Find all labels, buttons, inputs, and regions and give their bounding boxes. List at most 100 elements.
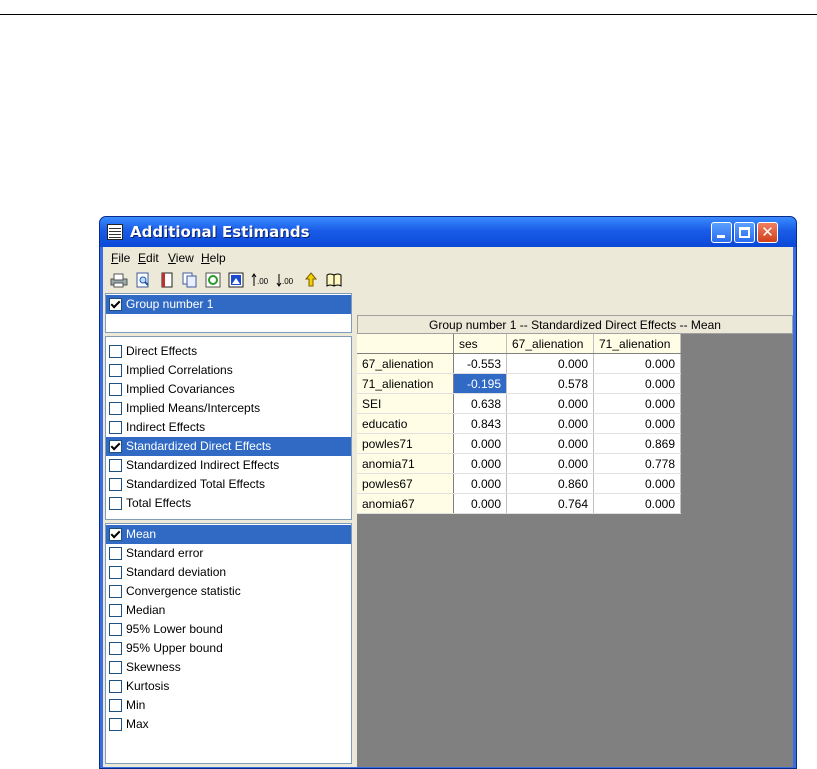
table-cell[interactable]: 0.000 [453, 493, 507, 514]
table-cell[interactable]: 0.843 [453, 413, 507, 434]
estimand-item[interactable]: Implied Means/Intercepts [106, 399, 351, 418]
checkbox[interactable] [109, 298, 122, 311]
menu-file[interactable]: File [111, 251, 130, 265]
checkbox[interactable] [109, 699, 122, 712]
table-cell[interactable]: 0.000 [593, 413, 681, 434]
menu-help[interactable]: Help [201, 251, 226, 265]
checkbox[interactable] [109, 547, 122, 560]
checkbox[interactable] [109, 459, 122, 472]
checkbox[interactable] [109, 528, 122, 541]
checkbox[interactable] [109, 718, 122, 731]
minimize-button[interactable] [711, 222, 732, 243]
statistic-label: Skewness [126, 660, 181, 674]
menu-view[interactable]: View [168, 251, 194, 265]
statistic-item-selected[interactable]: Mean [106, 525, 351, 544]
column-header[interactable]: ses [453, 334, 507, 354]
view-spreadsheet-icon[interactable] [228, 272, 244, 288]
help-book-icon[interactable] [325, 272, 343, 288]
estimand-item[interactable]: Standardized Total Effects [106, 475, 351, 494]
statistic-item[interactable]: Convergence statistic [106, 582, 351, 601]
checkbox[interactable] [109, 364, 122, 377]
statistic-item[interactable]: Standard error [106, 544, 351, 563]
refresh-icon[interactable] [205, 272, 221, 288]
table-cell[interactable]: 0.000 [506, 353, 594, 374]
copy-icon[interactable] [182, 272, 198, 288]
statistic-item[interactable]: Standard deviation [106, 563, 351, 582]
table-cell[interactable]: 0.000 [506, 413, 594, 434]
table-cell[interactable]: -0.553 [453, 353, 507, 374]
group-item[interactable]: Group number 1 [106, 295, 351, 314]
title-bar[interactable]: Additional Estimands ✕ [100, 217, 796, 247]
estimand-item[interactable]: Indirect Effects [106, 418, 351, 437]
checkbox[interactable] [109, 345, 122, 358]
maximize-button[interactable] [734, 222, 755, 243]
statistic-item[interactable]: Skewness [106, 658, 351, 677]
group-list[interactable]: Group number 1 [105, 293, 352, 333]
checkbox[interactable] [109, 566, 122, 579]
table-cell[interactable]: 0.000 [506, 393, 594, 414]
estimand-item[interactable]: Total Effects [106, 494, 351, 513]
checkbox[interactable] [109, 402, 122, 415]
table-cell[interactable]: 0.000 [593, 493, 681, 514]
column-header[interactable]: 71_alienation [593, 334, 681, 354]
estimand-item[interactable]: Implied Covariances [106, 380, 351, 399]
statistic-item[interactable]: Kurtosis [106, 677, 351, 696]
sort-icon[interactable] [303, 272, 319, 288]
table-cell[interactable]: 0.000 [453, 453, 507, 474]
statistic-item[interactable]: 95% Upper bound [106, 639, 351, 658]
selected-table-cell[interactable]: -0.195 [453, 373, 507, 394]
table-cell[interactable]: 0.000 [453, 433, 507, 454]
row-header[interactable]: anomia67 [357, 493, 454, 514]
print-icon[interactable] [110, 272, 128, 288]
estimand-item[interactable]: Direct Effects [106, 342, 351, 361]
estimand-list[interactable]: Direct Effects Implied Correlations Impl… [105, 336, 352, 520]
checkbox[interactable] [109, 478, 122, 491]
table-cell[interactable]: 0.000 [593, 473, 681, 494]
checkbox[interactable] [109, 604, 122, 617]
row-header[interactable]: 67_alienation [357, 353, 454, 374]
checkbox[interactable] [109, 661, 122, 674]
table-cell[interactable]: 0.578 [506, 373, 594, 394]
row-header[interactable]: SEI [357, 393, 454, 414]
row-header[interactable]: educatio [357, 413, 454, 434]
checkbox[interactable] [109, 642, 122, 655]
increase-decimals-icon[interactable]: .00 [251, 272, 273, 288]
row-header[interactable]: 71_alienation [357, 373, 454, 394]
row-header[interactable]: anomia71 [357, 453, 454, 474]
statistic-item[interactable]: 95% Lower bound [106, 620, 351, 639]
print-preview-icon[interactable] [135, 272, 151, 288]
decrease-decimals-icon[interactable]: .00 [276, 272, 298, 288]
table-cell[interactable]: 0.000 [506, 453, 594, 474]
table-cell[interactable]: 0.778 [593, 453, 681, 474]
table-cell[interactable]: 0.764 [506, 493, 594, 514]
statistic-list[interactable]: Mean Standard error Standard deviation C… [105, 523, 352, 764]
results-table[interactable]: ses 67_alienation 71_alienation 67_alien… [357, 334, 681, 514]
estimand-item-selected[interactable]: Standardized Direct Effects [106, 437, 351, 456]
table-cell[interactable]: 0.000 [593, 353, 681, 374]
close-button[interactable]: ✕ [757, 222, 778, 243]
checkbox[interactable] [109, 421, 122, 434]
table-cell[interactable]: 0.000 [453, 473, 507, 494]
statistic-item[interactable]: Max [106, 715, 351, 734]
table-cell[interactable]: 0.000 [593, 373, 681, 394]
table-cell[interactable]: 0.869 [593, 433, 681, 454]
checkbox[interactable] [109, 585, 122, 598]
checkbox[interactable] [109, 440, 122, 453]
row-header[interactable]: powles71 [357, 433, 454, 454]
checkbox[interactable] [109, 623, 122, 636]
menu-edit[interactable]: Edit [138, 251, 159, 265]
estimand-item[interactable]: Implied Correlations [106, 361, 351, 380]
table-cell[interactable]: 0.000 [506, 433, 594, 454]
column-header[interactable]: 67_alienation [506, 334, 594, 354]
statistic-item[interactable]: Median [106, 601, 351, 620]
row-header[interactable]: powles67 [357, 473, 454, 494]
statistic-item[interactable]: Min [106, 696, 351, 715]
estimand-item[interactable]: Standardized Indirect Effects [106, 456, 351, 475]
table-cell[interactable]: 0.000 [593, 393, 681, 414]
checkbox[interactable] [109, 383, 122, 396]
checkbox[interactable] [109, 497, 122, 510]
checkbox[interactable] [109, 680, 122, 693]
page-setup-icon[interactable] [159, 272, 175, 288]
table-cell[interactable]: 0.860 [506, 473, 594, 494]
table-cell[interactable]: 0.638 [453, 393, 507, 414]
